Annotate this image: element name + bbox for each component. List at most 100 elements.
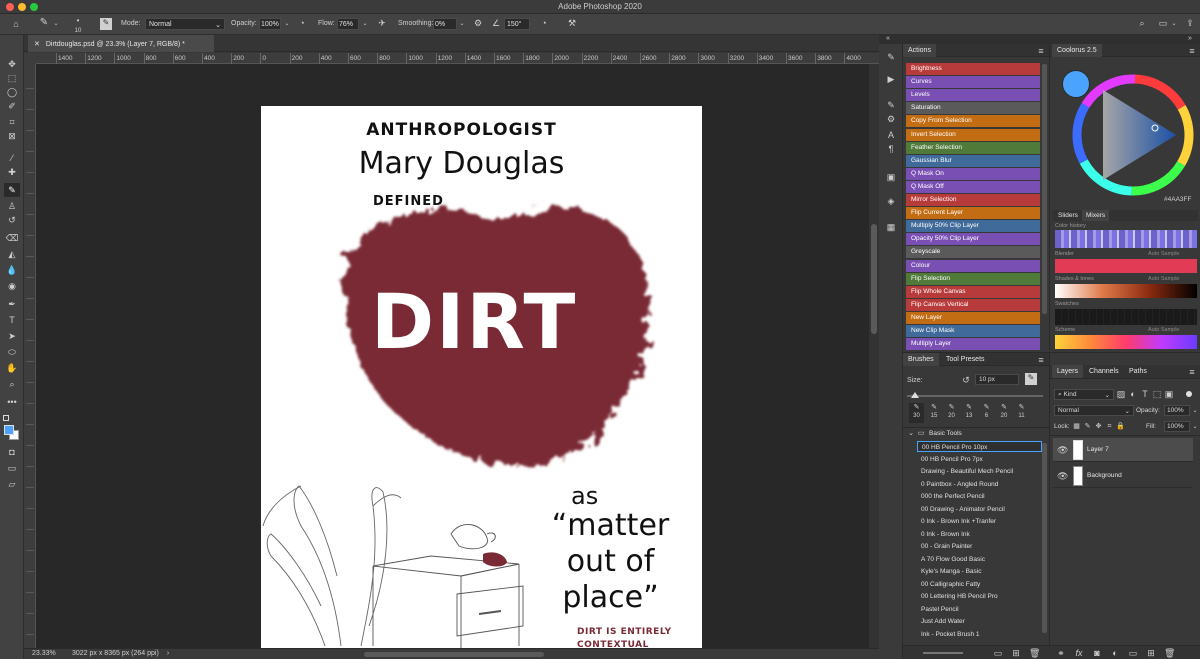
- action-item[interactable]: Levels: [906, 89, 1040, 102]
- character-icon[interactable]: A: [885, 130, 897, 140]
- brush-item[interactable]: Drawing - Beautiful Mech Pencil: [917, 466, 1042, 477]
- hex-value[interactable]: #4AA3FF: [1164, 196, 1191, 203]
- brush-item[interactable]: 00 Lettering HB Pencil Pro: [917, 591, 1042, 602]
- action-item[interactable]: New Layer: [906, 311, 1040, 324]
- chevron-down-icon[interactable]: ⌄: [283, 19, 291, 29]
- action-item[interactable]: Copy From Selection: [906, 115, 1040, 128]
- mode-select[interactable]: Normal ⌄: [145, 18, 225, 30]
- brush-item[interactable]: A 70 Flow Good Basic: [917, 554, 1042, 565]
- adjustments-icon[interactable]: ✎: [885, 52, 897, 62]
- paths-icon[interactable]: ◈: [885, 196, 897, 206]
- link-layers-icon[interactable]: ⚭: [1056, 648, 1066, 658]
- brush-preset[interactable]: ✎ 11: [1014, 403, 1029, 423]
- scheme-strip[interactable]: [1055, 335, 1197, 349]
- fill-field[interactable]: 100%: [1164, 421, 1190, 432]
- brush-item[interactable]: 000 the Perfect Pencil: [917, 491, 1042, 502]
- actions-scrollbar[interactable]: [1042, 64, 1047, 314]
- brush-item[interactable]: Just Add Water: [917, 616, 1042, 627]
- tab-mixers[interactable]: Mixers: [1082, 210, 1110, 221]
- eyedropper-tool-icon[interactable]: ⁄: [4, 151, 20, 165]
- shape-filter-icon[interactable]: ⬚: [1152, 389, 1162, 399]
- layer-row[interactable]: 👁 Layer 7: [1053, 438, 1193, 462]
- pen-tool-icon[interactable]: ✒: [4, 297, 20, 311]
- brush-item[interactable]: 0 Ink - Brown Ink: [917, 529, 1042, 540]
- action-item[interactable]: Colour: [906, 259, 1040, 272]
- chevron-down-icon[interactable]: ⌄: [907, 429, 915, 439]
- reset-icon[interactable]: ↺: [961, 375, 971, 385]
- quick-selection-tool-icon[interactable]: ✐: [4, 99, 20, 113]
- lock-all-icon[interactable]: 🔒: [1116, 422, 1125, 432]
- chevron-right-icon[interactable]: ›: [164, 649, 172, 659]
- brush-preset[interactable]: ✎ 30: [909, 403, 924, 423]
- size-field[interactable]: 10 px: [975, 374, 1019, 385]
- collapse-icon[interactable]: «: [883, 34, 893, 44]
- screen-mode-icon[interactable]: ▭: [4, 461, 20, 475]
- blur-tool-icon[interactable]: 💧: [4, 263, 20, 277]
- pressure-size-icon[interactable]: ◔: [538, 18, 550, 28]
- brush-preset[interactable]: ✎ 15: [927, 403, 942, 423]
- layer-thumbnail[interactable]: [1073, 440, 1083, 460]
- lock-position-icon[interactable]: ✥: [1094, 422, 1103, 432]
- current-color-swatch[interactable]: [1062, 70, 1090, 98]
- brush-item[interactable]: 00 Calligraphic Fatty: [917, 579, 1042, 590]
- action-item[interactable]: New Clip Mask: [906, 325, 1040, 337]
- move-tool-icon[interactable]: ✥: [4, 57, 20, 71]
- action-item[interactable]: Curves: [906, 76, 1040, 89]
- chevron-down-icon[interactable]: ⌄: [1170, 19, 1178, 29]
- expand-icon[interactable]: »: [1185, 34, 1195, 44]
- lock-image-icon[interactable]: ✎: [1083, 422, 1092, 432]
- brush-tool-icon[interactable]: ✎: [4, 183, 20, 197]
- brush-group-label[interactable]: Basic Tools: [929, 430, 962, 437]
- action-item[interactable]: Multiply 50% Clip Layer: [906, 220, 1040, 233]
- tab-paths[interactable]: Paths: [1124, 365, 1152, 378]
- lasso-tool-icon[interactable]: ◯: [4, 85, 20, 99]
- layer-name[interactable]: Layer 7: [1087, 446, 1109, 453]
- filter-toggle[interactable]: [1186, 391, 1192, 397]
- paragraph-icon[interactable]: ¶: [885, 144, 897, 154]
- action-item[interactable]: Invert Selection: [906, 128, 1040, 141]
- layer-thumbnail[interactable]: [1073, 466, 1083, 486]
- search-icon[interactable]: ⌕: [1136, 18, 1148, 28]
- tab-coolorus[interactable]: Coolorus 2.5: [1052, 44, 1102, 57]
- action-item[interactable]: Feather Selection: [906, 141, 1040, 154]
- layer-row[interactable]: 👁 Background: [1053, 464, 1193, 488]
- table-icon[interactable]: ▦: [885, 222, 897, 232]
- brush-item[interactable]: 00 HB Pencil Pro 7px: [917, 454, 1042, 465]
- lock-transparent-icon[interactable]: ▦: [1072, 422, 1081, 432]
- action-item[interactable]: Brightness: [906, 63, 1040, 75]
- color-history-strip[interactable]: [1055, 230, 1197, 248]
- auto-sample-label[interactable]: Auto Sample: [1148, 276, 1180, 282]
- healing-brush-tool-icon[interactable]: ✚: [4, 165, 20, 179]
- tab-sliders[interactable]: Sliders: [1054, 210, 1082, 221]
- auto-sample-label[interactable]: Auto Sample: [1148, 327, 1180, 333]
- new-icon[interactable]: ⊞: [1011, 648, 1021, 658]
- swatches-strip[interactable]: [1055, 309, 1197, 325]
- brush-preset[interactable]: ✎ 13: [962, 403, 977, 423]
- adjustment-filter-icon[interactable]: ◐: [1128, 389, 1138, 399]
- brush-size-indicator[interactable]: • 10: [72, 16, 84, 36]
- tab-layers[interactable]: Layers: [1052, 365, 1084, 378]
- action-item[interactable]: Multiply Layer: [906, 338, 1040, 351]
- action-item[interactable]: Saturation: [906, 102, 1040, 115]
- zoom-level[interactable]: 23.33%: [32, 650, 56, 657]
- menu-icon[interactable]: ≡: [1035, 355, 1047, 365]
- dodge-tool-icon[interactable]: ◉: [4, 279, 20, 293]
- layer-opacity-field[interactable]: 100%: [1164, 405, 1190, 416]
- close-icon[interactable]: ✕: [34, 41, 40, 48]
- visibility-eye-icon[interactable]: 👁: [1057, 471, 1068, 481]
- action-item[interactable]: Gaussian Blur: [906, 154, 1040, 167]
- type-filter-icon[interactable]: T: [1140, 389, 1150, 399]
- new-layer-icon[interactable]: ⊞: [1146, 648, 1156, 658]
- ellipse-tool-icon[interactable]: ⬭: [4, 345, 20, 359]
- document-canvas[interactable]: ANTHROPOLOGIST Mary Douglas DEFINED DIRT…: [261, 106, 702, 648]
- brush-item[interactable]: 00 - Grain Painter: [917, 541, 1042, 552]
- scrollbar-thumb[interactable]: [871, 224, 877, 334]
- brush-item[interactable]: Kyle's Manga - Basic: [917, 566, 1042, 577]
- brush-item[interactable]: 00 Drawing - Animator Pencil: [917, 504, 1042, 515]
- horizontal-scrollbar[interactable]: [364, 652, 544, 657]
- clone-source-icon[interactable]: ⚙: [885, 114, 897, 124]
- more-tools-icon[interactable]: •••: [4, 395, 20, 409]
- pixel-filter-icon[interactable]: ▨: [1116, 389, 1126, 399]
- preview-slider[interactable]: [923, 652, 963, 654]
- hand-tool-icon[interactable]: ✋: [4, 361, 20, 375]
